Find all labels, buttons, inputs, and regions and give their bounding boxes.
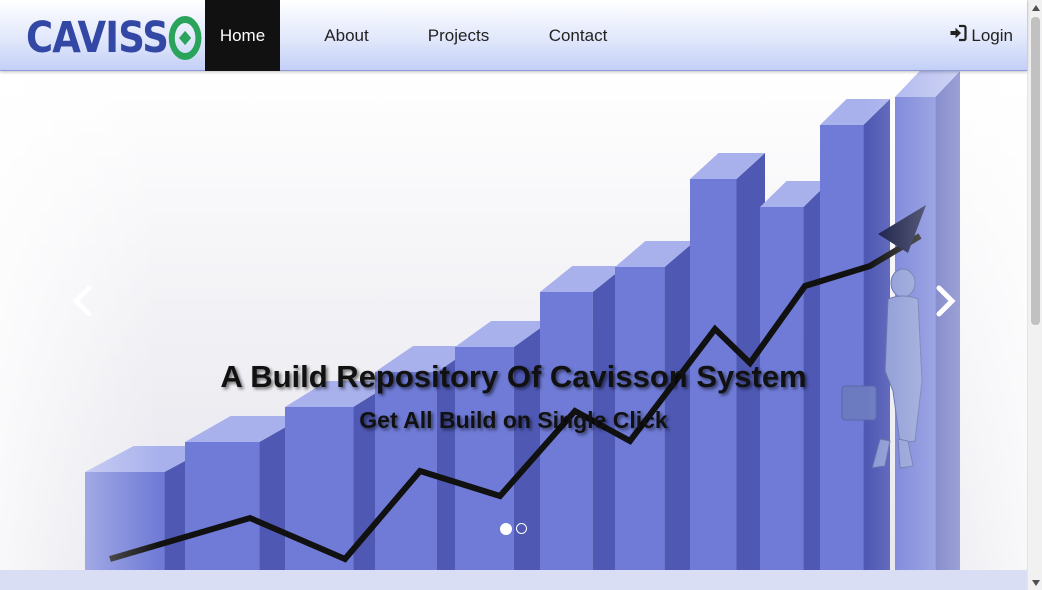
login-label: Login: [971, 25, 1013, 45]
chevron-left-icon: [72, 285, 92, 317]
chevron-right-icon: [936, 285, 956, 317]
scroll-up-arrow-icon[interactable]: [1028, 0, 1042, 15]
carousel-caption-subtitle: Get All Build on Single Click: [359, 407, 668, 433]
carousel-indicators: [500, 523, 527, 535]
scrollbar-thumb[interactable]: [1031, 17, 1040, 325]
bar-front-face: [820, 125, 864, 570]
nav-contact-label: Contact: [548, 25, 608, 45]
bar-graph-illustration: [0, 71, 1027, 570]
carousel-indicator-1[interactable]: [500, 523, 512, 535]
sign-in-icon: [949, 24, 967, 47]
logo-o-icon: [168, 16, 202, 60]
bar-side-face: [863, 99, 890, 570]
nav-contact[interactable]: Contact: [534, 0, 622, 71]
nav-projects-label: Projects: [427, 25, 490, 45]
nav-about[interactable]: About: [310, 0, 383, 71]
carousel-next-button[interactable]: [926, 276, 966, 326]
logo-text: CAVISS: [26, 13, 169, 63]
top-navbar: CAVISSN Home About Projects Contact Logi…: [0, 0, 1027, 71]
carousel-prev-button[interactable]: [62, 276, 102, 326]
hero-carousel: A Build Repository Of Cavisson System Ge…: [0, 71, 1027, 570]
nav-home[interactable]: Home: [205, 0, 280, 71]
login-link[interactable]: Login: [949, 0, 1013, 71]
page-section-below: [0, 570, 1027, 590]
vertical-scrollbar[interactable]: [1027, 0, 1042, 590]
cavisson-logo[interactable]: CAVISSN: [26, 13, 233, 63]
nav-home-label: Home: [219, 25, 266, 45]
scroll-down-arrow-icon[interactable]: [1028, 575, 1042, 590]
carousel-indicator-2[interactable]: [516, 523, 527, 534]
nav-about-label: About: [324, 25, 369, 45]
nav-projects[interactable]: Projects: [413, 0, 504, 71]
bar-front-face: [185, 442, 260, 570]
carousel-caption-title: A Build Repository Of Cavisson System: [220, 359, 807, 394]
